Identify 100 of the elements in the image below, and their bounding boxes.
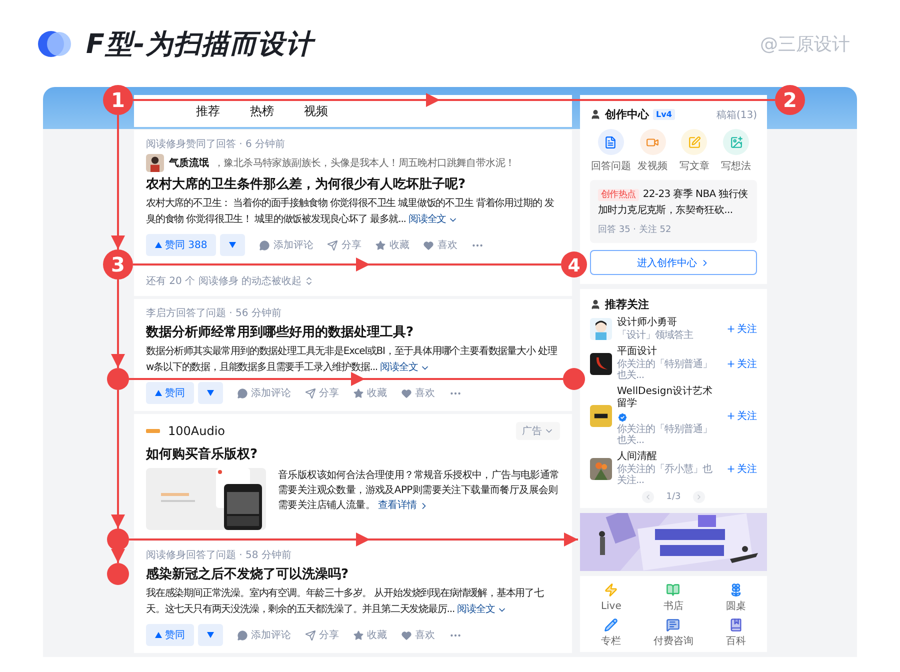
user-description: 你关注的「特别普通」也关...	[617, 359, 713, 381]
step-marker: 3	[103, 250, 133, 280]
question-title[interactable]: 感染新冠之后不发烧了可以洗澡吗?	[146, 565, 560, 583]
follow-button[interactable]: 关注	[726, 322, 757, 336]
hot-topic-text: 创作热点 22-23 赛季 NBA 独行侠加时力克尼克斯，东契奇狂砍...	[598, 188, 749, 218]
activity-meta: 阅读修身回答了问题 · 58 分钟前	[146, 548, 292, 562]
comment-action[interactable]: 添加评论	[259, 238, 314, 252]
author-name[interactable]: 气质流氓	[169, 156, 209, 170]
pencil-icon	[604, 618, 618, 632]
user-icon	[590, 109, 601, 120]
flower-icon	[728, 583, 743, 597]
follow-button[interactable]: 关注	[726, 409, 757, 423]
user-name[interactable]: 设计师小勇哥	[617, 317, 721, 329]
creator-shortcut[interactable]: 发视频	[632, 129, 674, 173]
pen-icon	[681, 129, 708, 155]
step-marker: 2	[775, 85, 805, 115]
question-title[interactable]: 农村大席的卫生条件那么差，为何很少有人吃坏肚子呢?	[146, 175, 560, 193]
triangle-down-icon	[207, 632, 214, 638]
triangle-up-icon	[155, 390, 162, 396]
comment-action[interactable]: 添加评论	[237, 628, 291, 642]
like-action[interactable]: 喜欢	[401, 386, 435, 400]
level-badge: Lv4	[653, 109, 675, 120]
plus-icon	[726, 464, 736, 474]
like-action[interactable]: 喜欢	[423, 238, 458, 252]
upvote-button[interactable]: 赞同	[146, 382, 194, 404]
step-marker: 4	[561, 252, 587, 278]
page-indicator: 1/3	[666, 492, 681, 502]
user-description: 「设计」领域答主	[617, 330, 694, 341]
read-more-link[interactable]: 阅读全文	[457, 602, 507, 618]
ad-description: 音乐版权该如何合法合理使用？常规音乐授权中，广告与电影通常需要关注观众数量，游戏及APP则需要关注下载量而餐厅及展会则需要关注店铺人流量。 查看详情	[278, 468, 560, 515]
creator-center-title: 创作中心	[605, 107, 649, 122]
creator-shortcut[interactable]: 写文章	[674, 129, 716, 173]
follow-button[interactable]: 关注	[726, 462, 757, 476]
quick-link[interactable]: 书店	[642, 583, 705, 613]
quick-link[interactable]: 百科	[704, 618, 767, 648]
question-title[interactable]: 数据分析师经常用到哪些好用的数据处理工具?	[146, 323, 560, 341]
activity-meta: 李启方回答了问题 · 56 分钟前	[146, 306, 282, 320]
answer-excerpt: 我在感染期间正常洗澡。室内有空调。年龄三十多岁。 从开始发烧到现在病情缓解，基本用了七天。这七天只有两天没洗澡，剩余的五天都洗澡了。并且第二天发烧最厉... 阅读全文	[146, 586, 560, 618]
like-action[interactable]: 喜欢	[401, 628, 435, 642]
share-action[interactable]: 分享	[305, 628, 339, 642]
step-dot	[563, 368, 585, 390]
user-name[interactable]: 平面设计	[617, 346, 721, 358]
enter-creator-button[interactable]: 进入创作中心	[590, 250, 757, 275]
star-icon	[353, 388, 364, 398]
quick-link[interactable]: 付费咨询	[642, 618, 705, 648]
comment-icon	[259, 240, 270, 250]
image-plus-icon	[723, 129, 750, 155]
downvote-button[interactable]	[220, 234, 246, 256]
details-link[interactable]: 查看详情	[378, 498, 429, 513]
user-description: 你关注的「乔小慧」也关注...	[617, 464, 714, 486]
plus-icon	[726, 411, 736, 421]
share-action[interactable]: 分享	[327, 238, 362, 252]
heart-icon	[401, 388, 412, 398]
share-icon	[305, 630, 316, 640]
plus-icon	[726, 358, 736, 368]
collect-action[interactable]: 收藏	[353, 386, 387, 400]
author-bio: ，豫北杀马特家族副族长，头像是我本人！周五晚村口跳舞自带水泥！	[214, 156, 515, 170]
share-icon	[305, 388, 316, 398]
nav-tab[interactable]: 推荐	[196, 103, 220, 120]
ad-title[interactable]: 如何购买音乐版权?	[146, 445, 560, 463]
user-name[interactable]: WellDesign设计艺术留学	[617, 386, 721, 423]
hot-topic-stats: 回答 35 · 关注 52	[598, 224, 672, 236]
quick-link[interactable]: 圆桌	[704, 583, 767, 613]
quick-link[interactable]: Live	[580, 583, 642, 613]
upvote-button[interactable]: 赞同	[146, 624, 194, 646]
drafts-link[interactable]: 稿箱(13)	[716, 108, 757, 122]
bookmark-icon	[728, 618, 743, 632]
expand-icon	[304, 276, 314, 286]
collect-action[interactable]: 收藏	[353, 628, 387, 642]
comment-action[interactable]: 添加评论	[237, 386, 291, 400]
ad-tag[interactable]: 广告	[516, 422, 560, 440]
read-more-link[interactable]: 阅读全文	[408, 212, 458, 228]
author-credit: @三原设计	[760, 32, 850, 56]
brand-name[interactable]: 100Audio	[168, 424, 508, 438]
triangle-up-icon	[155, 242, 162, 248]
triangle-up-icon	[155, 632, 162, 638]
document-icon	[598, 129, 624, 155]
follow-button[interactable]: 关注	[726, 356, 757, 370]
triangle-down-icon	[229, 242, 236, 248]
answer-excerpt: 数据分析师其实最常用到的数据处理工具无非是Excel或BI，至于具体用哪个主要看数据量大小 处理w条以下的数据，且能数据多且需要手工录入维护数据... 阅读全文	[146, 344, 560, 376]
user-name[interactable]: 人间清醒	[617, 451, 721, 463]
page-title: F型-为扫描而设计	[86, 28, 316, 62]
plus-icon	[726, 324, 736, 334]
comment-icon	[237, 630, 248, 640]
hot-topic-card[interactable]: 创作热点 22-23 赛季 NBA 独行侠加时力克尼克斯，东契奇狂砍... 回答 35 · 关注 52	[590, 180, 757, 243]
creator-shortcut[interactable]: 回答问题	[590, 129, 632, 173]
read-more-link[interactable]: 阅读全文	[380, 360, 430, 376]
star-icon	[353, 630, 364, 640]
heart-icon	[401, 630, 412, 640]
star-icon	[375, 240, 386, 250]
creator-shortcut[interactable]: 写想法	[715, 129, 757, 173]
nav-tab[interactable]: 热榜	[250, 103, 274, 120]
quick-link[interactable]: 专栏	[580, 618, 642, 648]
collect-action[interactable]: 收藏	[375, 238, 410, 252]
share-action[interactable]: 分享	[305, 386, 339, 400]
downvote-button[interactable]	[198, 624, 223, 646]
upvote-button[interactable]: 赞同 388	[146, 234, 216, 256]
nav-tab[interactable]: 视频	[304, 103, 328, 120]
step-marker: 1	[103, 85, 133, 115]
downvote-button[interactable]	[198, 382, 223, 404]
